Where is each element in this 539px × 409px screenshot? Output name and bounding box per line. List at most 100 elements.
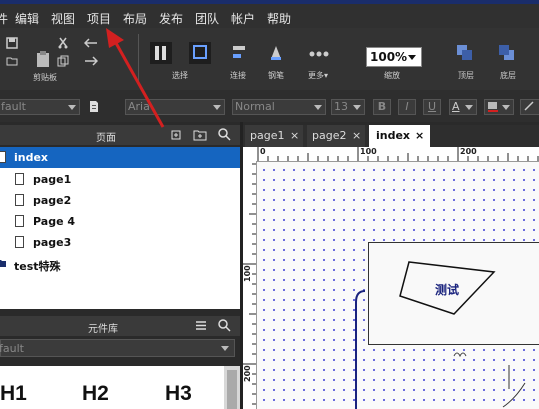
- chevron-down-icon: [213, 105, 221, 110]
- add-page-icon[interactable]: [170, 129, 182, 141]
- menu-team[interactable]: 团队: [195, 10, 219, 27]
- style-value: fault: [1, 100, 26, 113]
- main-toolbar: 剪贴板 选择 连接 钢笔 更多▾ 100% 缩放 顶层 底层: [0, 28, 539, 90]
- chevron-down-icon: [314, 105, 322, 110]
- page-label: Page 4: [33, 215, 76, 228]
- page-icon: [15, 236, 24, 248]
- font-weight-select[interactable]: Normal: [232, 99, 326, 115]
- zoom-select[interactable]: 100%: [366, 47, 422, 67]
- format-bar: fault Aria Normal 13 B I U A: [0, 90, 539, 122]
- bring-to-front-icon[interactable]: [456, 44, 474, 62]
- pages-panel-title: 页面: [96, 133, 116, 144]
- folder-icon: [0, 260, 6, 267]
- line-color-icon: [524, 101, 534, 111]
- tab-page2[interactable]: page2 ×: [307, 125, 365, 147]
- redo-icon[interactable]: [84, 56, 98, 66]
- menu-project[interactable]: 项目: [87, 10, 111, 27]
- menu-publish[interactable]: 发布: [159, 10, 183, 27]
- close-icon[interactable]: ×: [352, 129, 361, 142]
- search-icon[interactable]: [218, 128, 231, 141]
- menu-account[interactable]: 帐户: [231, 10, 255, 27]
- page-label: index: [14, 151, 49, 164]
- chevron-down-icon: [221, 346, 229, 351]
- page-label: page2: [33, 194, 72, 207]
- page-item-page1[interactable]: page1: [0, 169, 240, 190]
- page-item-page2[interactable]: page2: [0, 190, 240, 211]
- font-color-button[interactable]: A: [449, 99, 477, 115]
- font-size-select[interactable]: 13: [331, 99, 365, 115]
- style-select[interactable]: fault: [0, 99, 80, 115]
- send-to-back-icon[interactable]: [498, 44, 516, 62]
- ruler-label: 0: [260, 147, 266, 156]
- page-item-index[interactable]: index: [0, 147, 240, 168]
- tab-label: page1: [250, 129, 285, 142]
- chevron-down-icon: [353, 105, 361, 110]
- page-icon: [15, 194, 24, 206]
- tab-index[interactable]: index ×: [369, 125, 430, 147]
- menu-bar: 件 编辑 视图 项目 布局 发布 团队 帐户 帮助: [0, 4, 539, 28]
- menu-file[interactable]: 件: [0, 10, 8, 27]
- select-label: 选择: [172, 71, 188, 80]
- zoom-value: 100%: [370, 50, 408, 64]
- format-painter-icon[interactable]: [89, 100, 99, 113]
- menu-help[interactable]: 帮助: [267, 10, 291, 27]
- ruler-corner: [243, 147, 257, 162]
- page-item-page4[interactable]: Page 4: [0, 211, 240, 232]
- connector-icon[interactable]: [230, 44, 248, 62]
- menu-layout[interactable]: 布局: [123, 10, 147, 27]
- menu-icon[interactable]: [195, 320, 207, 331]
- widget-h2[interactable]: H2: [82, 382, 109, 406]
- paste-icon[interactable]: [35, 50, 53, 68]
- close-icon[interactable]: ×: [415, 129, 424, 142]
- library-scrollbar[interactable]: [224, 366, 240, 409]
- chevron-down-icon: [68, 105, 76, 110]
- chevron-down-icon: [502, 105, 510, 110]
- widget-h1[interactable]: H1: [0, 382, 27, 406]
- canvas-small-widget[interactable]: [453, 349, 469, 357]
- ruler-label: 200: [460, 147, 477, 156]
- fill-color-button[interactable]: [484, 99, 514, 115]
- folder-item-test[interactable]: test特殊: [0, 254, 240, 275]
- open-folder-icon[interactable]: [6, 56, 18, 66]
- tab-label: index: [376, 129, 411, 142]
- cut-icon[interactable]: [57, 37, 69, 49]
- canvas-connector-line[interactable]: [353, 290, 367, 409]
- copy-icon[interactable]: [57, 55, 69, 67]
- tab-label: page2: [312, 129, 347, 142]
- search-icon[interactable]: [218, 319, 231, 332]
- horizontal-ruler: 0 100 200: [256, 147, 539, 162]
- close-icon[interactable]: ×: [290, 129, 299, 142]
- chevron-down-icon: [408, 55, 416, 60]
- tab-page1[interactable]: page1 ×: [245, 125, 303, 147]
- add-folder-icon[interactable]: [193, 129, 207, 141]
- annotation-arrow: [106, 28, 165, 128]
- clipboard-label: 剪贴板: [33, 73, 57, 82]
- library-select[interactable]: fault: [0, 339, 235, 357]
- pen-icon[interactable]: [268, 44, 284, 62]
- more-label[interactable]: 更多▾: [308, 70, 328, 81]
- canvas-curve-shape[interactable]: [497, 357, 539, 409]
- page-tree: index page1 page2 Page 4 page3 test特殊: [0, 147, 240, 309]
- font-weight-value: Normal: [235, 100, 275, 113]
- pen-label: 钢笔: [268, 71, 284, 80]
- design-canvas[interactable]: 测试: [257, 162, 539, 409]
- undo-icon[interactable]: [84, 38, 98, 48]
- widget-h3[interactable]: H3: [165, 382, 192, 406]
- more-icon[interactable]: [308, 50, 330, 58]
- line-color-button[interactable]: [520, 99, 539, 115]
- bold-button[interactable]: B: [373, 99, 391, 115]
- underline-button[interactable]: U: [423, 99, 441, 115]
- zoom-label: 缩放: [384, 71, 400, 80]
- page-item-page3[interactable]: page3: [0, 232, 240, 253]
- italic-button[interactable]: I: [398, 99, 416, 115]
- fill-color-icon: [488, 102, 498, 112]
- ruler-label: 200: [243, 365, 252, 382]
- canvas-shape-text[interactable]: 测试: [435, 281, 459, 298]
- save-icon[interactable]: [6, 37, 18, 49]
- scrollbar-thumb[interactable]: [227, 370, 237, 409]
- menu-edit[interactable]: 编辑: [15, 10, 39, 27]
- vertical-ruler: 100 200: [243, 161, 257, 409]
- ruler-label: 100: [360, 147, 377, 156]
- select-contained-icon[interactable]: [189, 42, 211, 64]
- menu-view[interactable]: 视图: [51, 10, 75, 27]
